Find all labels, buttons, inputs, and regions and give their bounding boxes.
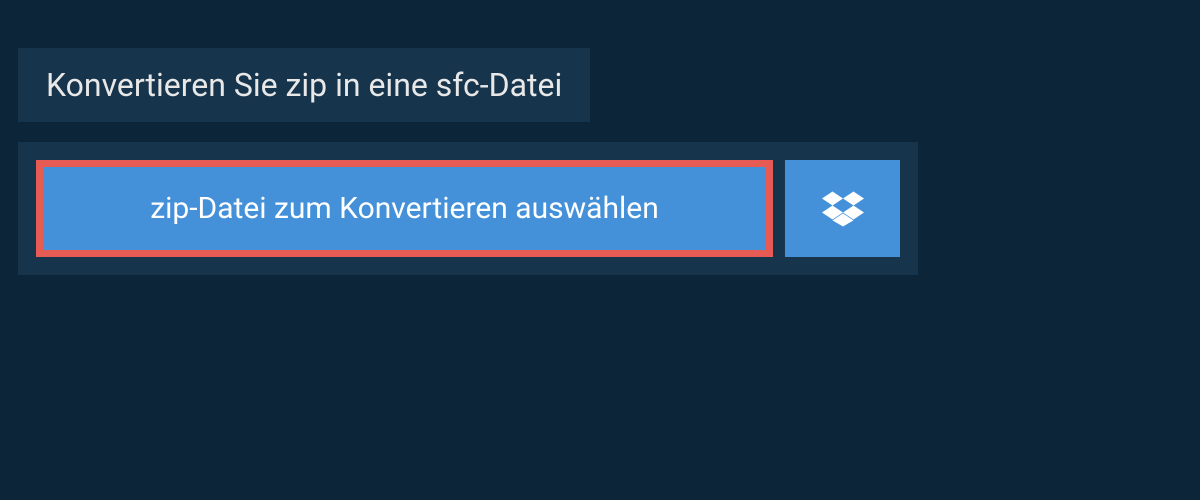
select-file-label: zip-Datei zum Konvertieren auswählen (150, 191, 659, 226)
upload-panel: zip-Datei zum Konvertieren auswählen (18, 142, 918, 275)
dropbox-icon (822, 188, 864, 230)
title-bar: Konvertieren Sie zip in eine sfc-Datei (18, 48, 590, 122)
page-container: Konvertieren Sie zip in eine sfc-Datei z… (0, 0, 1200, 275)
page-title: Konvertieren Sie zip in eine sfc-Datei (46, 66, 562, 104)
select-file-button[interactable]: zip-Datei zum Konvertieren auswählen (36, 160, 773, 257)
dropbox-button[interactable] (785, 160, 900, 257)
